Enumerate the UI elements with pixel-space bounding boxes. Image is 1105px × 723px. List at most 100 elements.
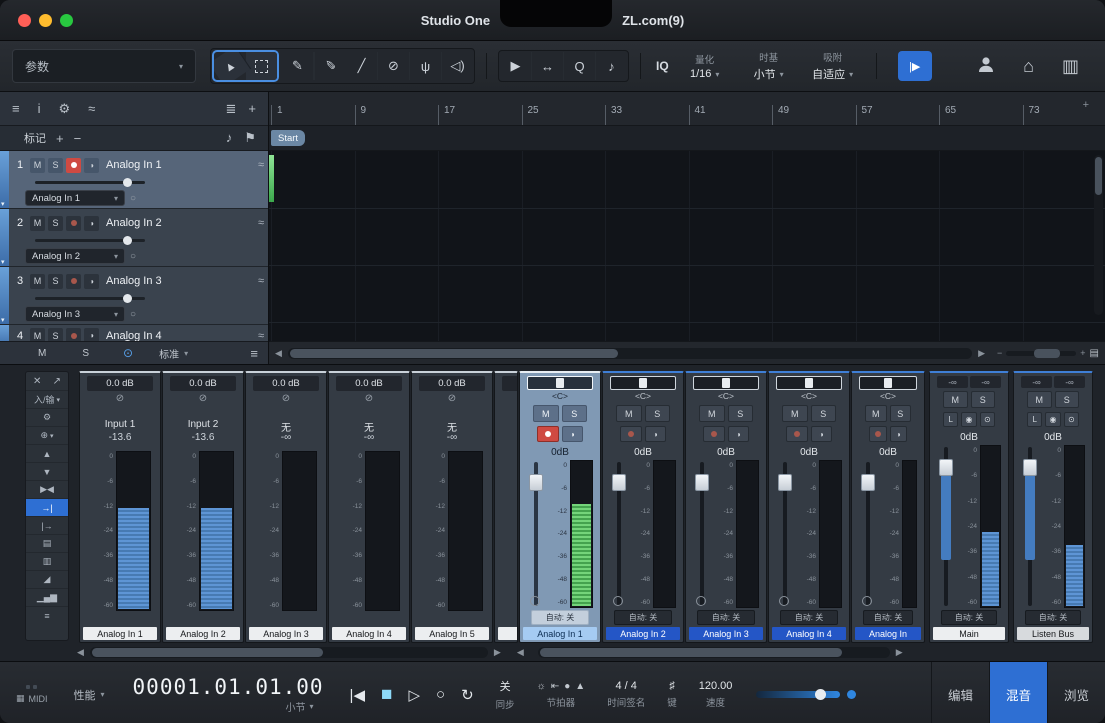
scroll-left-icon[interactable]: ◀ — [275, 348, 282, 359]
fader-handle[interactable] — [1023, 459, 1037, 476]
scrollbar-thumb[interactable] — [540, 648, 843, 657]
automation-mode[interactable]: 自动: 关 — [863, 610, 913, 625]
mixer-menu-button[interactable]: ≡ — [26, 606, 68, 624]
scroll-right-icon[interactable]: ▶ — [896, 647, 903, 658]
precount-icon[interactable]: ☼ — [537, 681, 546, 692]
scrollbar-thumb[interactable] — [92, 648, 323, 657]
track-list-menu-icon[interactable]: ≡ — [12, 101, 20, 117]
pan-handle[interactable] — [556, 378, 564, 388]
track-automation-icon[interactable]: ≈ — [258, 275, 264, 287]
track-mute-button[interactable]: M — [30, 274, 45, 289]
play-button[interactable]: ▷ — [408, 686, 420, 704]
zoom-out-icon[interactable]: − — [997, 348, 1002, 358]
input-channel-strip[interactable]: 0.0 dB ⊘ Input 1 -13.6 0-6-12-24-36-48-6… — [79, 371, 161, 643]
track-input-select[interactable]: Analog In 3▾ — [25, 306, 125, 322]
input-channel-strip[interactable]: 0.0 dB ⊘ Input 2 -13.6 0-6-12-24-36-48-6… — [162, 371, 244, 643]
track-tools-wrench-icon[interactable]: ⚙ — [58, 101, 70, 117]
mix-view-button[interactable]: 混音 — [989, 662, 1047, 723]
input-gain-value[interactable]: 0.0 dB — [253, 376, 319, 391]
trim-knob[interactable] — [779, 596, 789, 606]
inputs-scrollbar[interactable] — [90, 647, 488, 658]
solo-button[interactable]: S — [645, 405, 671, 422]
hand-scroll-tool[interactable]: ↔ — [532, 52, 564, 80]
automation-mode[interactable]: 自动: 关 — [531, 610, 589, 625]
volume-slider-knob[interactable] — [123, 294, 132, 303]
ramp-view-button[interactable]: ◢ — [26, 570, 68, 588]
dim-button[interactable]: ⊙ — [1064, 412, 1079, 427]
volume-slider-knob[interactable] — [123, 236, 132, 245]
close-window-button[interactable] — [18, 14, 31, 27]
channel-name-label[interactable]: Analog In 4 — [332, 627, 406, 640]
volume-fader[interactable] — [1021, 445, 1039, 608]
browse-view-button[interactable]: 浏览 — [1047, 662, 1105, 723]
input-gain-value[interactable]: 0.0 dB — [502, 376, 518, 391]
meter-mode-button[interactable]: L — [1027, 412, 1042, 427]
click-dot-icon[interactable]: ● — [564, 681, 570, 692]
metronome-block[interactable]: ☼⇤●▲ 节拍器 — [537, 681, 586, 709]
record-arm-button[interactable] — [620, 426, 642, 442]
time-display[interactable]: 00001.01.01.00 — [133, 676, 324, 698]
snap-dropdown[interactable]: 吸附 自适应▾ — [810, 50, 856, 82]
track-header[interactable]: ▾ 4 M S ◑ Analog In 4 ≈ Analog In 4▾ ○ — [0, 325, 268, 341]
track-record-button[interactable] — [66, 274, 81, 289]
horizontal-scrollbar[interactable] — [288, 348, 972, 359]
knife-tool[interactable]: ✐ — [314, 52, 346, 80]
track-fold-chevron-icon[interactable]: ▾ — [1, 340, 5, 341]
track-mute-button[interactable]: M — [30, 216, 45, 231]
monitor-button[interactable]: ◑ — [562, 426, 584, 442]
time-signature-block[interactable]: 4 / 4 时间签名 — [607, 680, 645, 709]
track-solo-button[interactable]: S — [48, 274, 63, 289]
polarity-button[interactable]: ⊘ — [498, 392, 518, 405]
vertical-zoom-icon[interactable]: + — [1083, 99, 1089, 111]
volume-slider-knob[interactable] — [123, 178, 132, 187]
titlebar[interactable]: Studio One ZL.com(9) — [0, 0, 1105, 41]
power-icon[interactable]: ⊙ — [123, 346, 133, 360]
monitor-button[interactable]: ◑ — [890, 426, 908, 442]
track-fold-chevron-icon[interactable]: ▾ — [1, 201, 5, 208]
arrange-area[interactable] — [269, 151, 1105, 341]
scroll-right-icon[interactable]: ▶ — [978, 348, 985, 359]
zoom-in-icon[interactable]: + — [1080, 348, 1085, 358]
range-tool[interactable] — [246, 52, 277, 80]
record-arm-button[interactable] — [869, 426, 887, 442]
polarity-button[interactable]: ⊘ — [332, 392, 406, 405]
volume-fader[interactable] — [937, 445, 955, 608]
global-mute-button[interactable]: M — [38, 348, 46, 359]
input-gain-value[interactable]: 0.0 dB — [87, 376, 153, 391]
io-panel-toggle[interactable]: 入/输▾ — [26, 390, 68, 408]
automation-mode[interactable]: 自动: 关 — [697, 610, 755, 625]
polarity-button[interactable]: ⊘ — [415, 392, 489, 405]
track-fold-chevron-icon[interactable]: ▾ — [1, 259, 5, 266]
zoom-slider-thumb[interactable] — [1034, 349, 1060, 358]
track-monitor-button[interactable]: ◑ — [84, 216, 99, 231]
remove-marker-button[interactable]: − — [74, 131, 82, 146]
global-solo-button[interactable]: S — [82, 348, 89, 359]
minimize-window-button[interactable] — [39, 14, 52, 27]
channel-name-label[interactable]: Analog In 2 — [166, 627, 240, 640]
input-channel-strip[interactable]: 0.0 dB ⊘ 无 -∞ 0-6-12-24-36-48-60 Analog … — [411, 371, 493, 643]
trim-knob[interactable] — [696, 596, 706, 606]
solo-button[interactable]: S — [811, 405, 837, 422]
track-solo-button[interactable]: S — [48, 158, 63, 173]
track-input-select[interactable]: Analog In 2▾ — [25, 248, 125, 264]
solo-button[interactable]: S — [1055, 391, 1080, 408]
polarity-button[interactable]: ⊘ — [83, 392, 157, 405]
pan-handle[interactable] — [639, 378, 647, 388]
channel-strip[interactable]: <C> M S ◑ 0dB 0-6-12-24-36-48-60 自动: 关 A… — [851, 371, 925, 643]
pencil-tool[interactable]: ✎ — [282, 52, 314, 80]
channel-strip[interactable]: <C> M S ◑ 0dB 0-6-12-24-36-48-60 自动: 关 A… — [685, 371, 767, 643]
channel-strip[interactable]: <C> M S ◑ 0dB 0-6-12-24-36-48-60 自动: 关 A… — [519, 371, 601, 643]
scroll-left-icon[interactable]: ◀ — [77, 647, 84, 658]
solo-button[interactable]: S — [728, 405, 754, 422]
footer-menu-icon[interactable]: ≡ — [250, 346, 258, 361]
pan-slider[interactable] — [527, 376, 593, 390]
track-volume-slider[interactable] — [35, 239, 145, 242]
volume-fader[interactable] — [776, 460, 794, 608]
volume-knob[interactable] — [815, 689, 826, 700]
scroll-up-button[interactable]: ▲ — [26, 444, 68, 462]
track-input-monitor-button[interactable]: ○ — [130, 193, 136, 204]
mute-button[interactable]: M — [943, 391, 968, 408]
mute-button[interactable]: M — [1027, 391, 1052, 408]
stop-button[interactable]: ■ — [381, 684, 392, 706]
pan-slider[interactable] — [610, 376, 676, 390]
